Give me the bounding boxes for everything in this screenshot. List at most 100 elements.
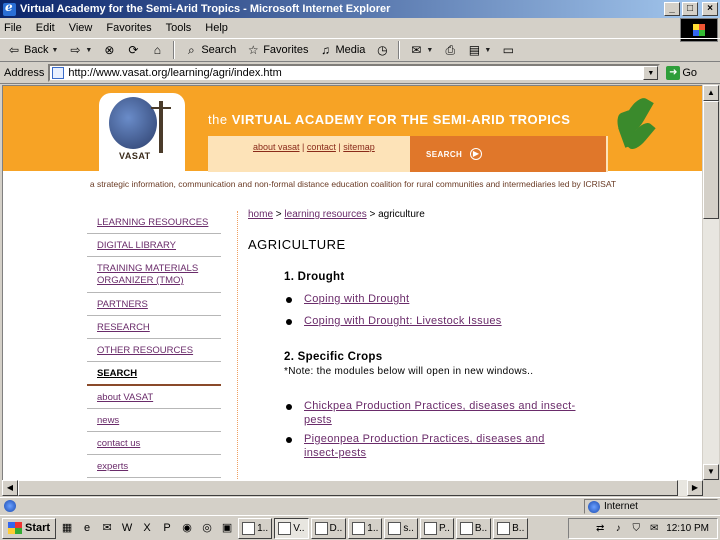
history-button[interactable]: ◷ xyxy=(372,40,392,60)
menu-favorites[interactable]: Favorites xyxy=(106,22,151,34)
breadcrumb-separator: > xyxy=(369,209,376,220)
link-coping-with-drought[interactable]: Coping with Drought xyxy=(304,292,409,306)
toolbar-separator xyxy=(173,41,176,59)
scroll-right-icon[interactable]: ▶ xyxy=(687,480,703,496)
go-button[interactable]: ➜ Go xyxy=(666,65,697,80)
shield-icon[interactable]: ⛉ xyxy=(630,523,642,535)
back-button[interactable]: ⇦ Back ▼ xyxy=(4,40,61,60)
bullet-icon xyxy=(286,319,292,325)
desktop-icon[interactable]: ▦ xyxy=(59,520,75,536)
forward-button[interactable]: ⇨ ▼ xyxy=(65,40,95,60)
close-button[interactable]: × xyxy=(702,2,718,16)
mail-button[interactable]: ✉ ▼ xyxy=(406,40,436,60)
network-icon[interactable]: ⇄ xyxy=(594,523,606,535)
refresh-icon: ⟳ xyxy=(128,43,139,57)
maximize-button[interactable]: □ xyxy=(682,2,698,16)
scroll-left-icon[interactable]: ◀ xyxy=(2,480,18,496)
address-input[interactable]: http://www.vasat.org/learning/agri/index… xyxy=(48,63,661,82)
media-button[interactable]: ♫ Media xyxy=(315,40,368,60)
word-icon[interactable]: W xyxy=(119,520,135,536)
taskbar-task[interactable]: P.. xyxy=(419,517,454,539)
print-button[interactable]: ⎙ xyxy=(440,40,460,60)
app-icon[interactable]: ◉ xyxy=(179,520,195,536)
address-url[interactable]: http://www.vasat.org/learning/agri/index… xyxy=(68,67,281,79)
nav-contact-us[interactable]: contact us xyxy=(87,432,221,455)
favorites-button[interactable]: ☆ Favorites xyxy=(243,40,311,60)
search-go-icon[interactable]: ▶ xyxy=(470,148,482,160)
menu-edit[interactable]: Edit xyxy=(36,22,55,34)
link-sitemap[interactable]: sitemap xyxy=(343,142,375,152)
link-chickpea-practices[interactable]: Chickpea Production Practices, diseases … xyxy=(304,399,576,427)
app-icon[interactable]: ◎ xyxy=(199,520,215,536)
stop-button[interactable]: ⊗ xyxy=(99,40,119,60)
breadcrumb-home[interactable]: home xyxy=(248,209,273,220)
edit-icon: ▤ xyxy=(468,43,481,57)
link-about-vasat[interactable]: about vasat xyxy=(253,142,300,152)
menu-view[interactable]: View xyxy=(69,22,93,34)
media-icon: ♫ xyxy=(320,43,330,57)
ie-quicklaunch-icon[interactable]: e xyxy=(79,520,95,536)
scroll-up-icon[interactable]: ▲ xyxy=(703,85,719,101)
taskbar-task[interactable]: 1.. xyxy=(348,517,383,539)
banner-search-label[interactable]: SEARCH xyxy=(426,150,462,159)
taskbar-task-active[interactable]: V.. xyxy=(274,517,309,539)
nav-about-vasat[interactable]: about VASAT xyxy=(87,386,221,409)
search-button[interactable]: ⌕ Search xyxy=(181,40,239,60)
chevron-down-icon[interactable]: ▼ xyxy=(51,47,58,54)
search-icon: ⌕ xyxy=(187,43,195,57)
back-label: Back xyxy=(24,44,49,56)
list-item: Coping with Drought xyxy=(286,292,409,306)
home-button[interactable]: ⌂ xyxy=(147,40,167,60)
taskbar-task[interactable]: D.. xyxy=(310,517,347,539)
favorites-label: Favorites xyxy=(263,44,309,56)
mail-tray-icon[interactable]: ✉ xyxy=(648,523,660,535)
nav-search[interactable]: SEARCH xyxy=(87,362,221,386)
scroll-thumb[interactable] xyxy=(703,101,719,219)
refresh-button[interactable]: ⟳ xyxy=(123,40,143,60)
outlook-icon[interactable]: ✉ xyxy=(99,520,115,536)
powerpoint-icon[interactable]: P xyxy=(159,520,175,536)
windows-flag-icon xyxy=(8,522,22,534)
clock[interactable]: 12:10 PM xyxy=(666,523,709,534)
nav-partners[interactable]: PARTNERS xyxy=(87,293,221,316)
chevron-down-icon: ▼ xyxy=(426,46,434,54)
nav-training-materials[interactable]: TRAINING MATERIALS ORGANIZER (TMO) xyxy=(87,257,221,293)
vasat-logo[interactable]: VASAT xyxy=(99,93,185,171)
edit-button[interactable]: ▤ ▼ xyxy=(464,40,494,60)
nav-digital-library[interactable]: DIGITAL LIBRARY xyxy=(87,234,221,257)
nav-experts[interactable]: experts xyxy=(87,455,221,478)
start-button[interactable]: Start xyxy=(2,517,57,539)
minimize-button[interactable]: _ xyxy=(664,2,680,16)
vertical-scrollbar[interactable]: ▲ ▼ xyxy=(703,85,719,480)
link-contact[interactable]: contact xyxy=(307,142,336,152)
taskbar-task[interactable]: s.. xyxy=(384,517,418,539)
breadcrumb-learning-resources[interactable]: learning resources xyxy=(284,209,366,220)
nav-research[interactable]: RESEARCH xyxy=(87,316,221,339)
nav-other-resources[interactable]: OTHER RESOURCES xyxy=(87,339,221,362)
scroll-down-icon[interactable]: ▼ xyxy=(703,464,719,480)
hscroll-thumb[interactable] xyxy=(18,480,678,496)
volume-icon[interactable]: ♪ xyxy=(612,523,624,535)
taskbar-task[interactable]: B.. xyxy=(493,517,529,539)
nav-news[interactable]: news xyxy=(87,409,221,432)
address-dropdown-icon[interactable]: ▼ xyxy=(643,65,659,80)
excel-icon[interactable]: X xyxy=(139,520,155,536)
link-pigeonpea-practices[interactable]: Pigeonpea Production Practices, diseases… xyxy=(304,432,576,460)
system-tray: ⇄ ♪ ⛉ ✉ 12:10 PM xyxy=(568,518,718,539)
menu-tools[interactable]: Tools xyxy=(166,22,192,34)
taskbar-task[interactable]: B.. xyxy=(455,517,492,539)
discuss-button[interactable]: ▭ xyxy=(498,40,518,60)
menu-file[interactable]: File xyxy=(4,22,22,34)
app-icon[interactable]: ▣ xyxy=(219,520,235,536)
toolbar: ⇦ Back ▼ ⇨ ▼ ⊗ ⟳ ⌂ ⌕ Search ☆ Favorites … xyxy=(0,38,720,62)
taskbar-task[interactable]: 1.. xyxy=(238,517,273,539)
nav-learning-resources[interactable]: LEARNING RESOURCES xyxy=(87,211,221,234)
menu-help[interactable]: Help xyxy=(205,22,228,34)
chevron-down-icon[interactable]: ▼ xyxy=(85,47,92,54)
list-item: Coping with Drought: Livestock Issues xyxy=(286,314,502,328)
task-label: 1.. xyxy=(367,522,379,534)
link-livestock-issues[interactable]: Coping with Drought: Livestock Issues xyxy=(304,314,502,328)
horizontal-scrollbar[interactable]: ◀ ▶ xyxy=(2,480,703,496)
task-icon xyxy=(388,521,402,535)
mail-icon: ✉ xyxy=(411,43,422,57)
